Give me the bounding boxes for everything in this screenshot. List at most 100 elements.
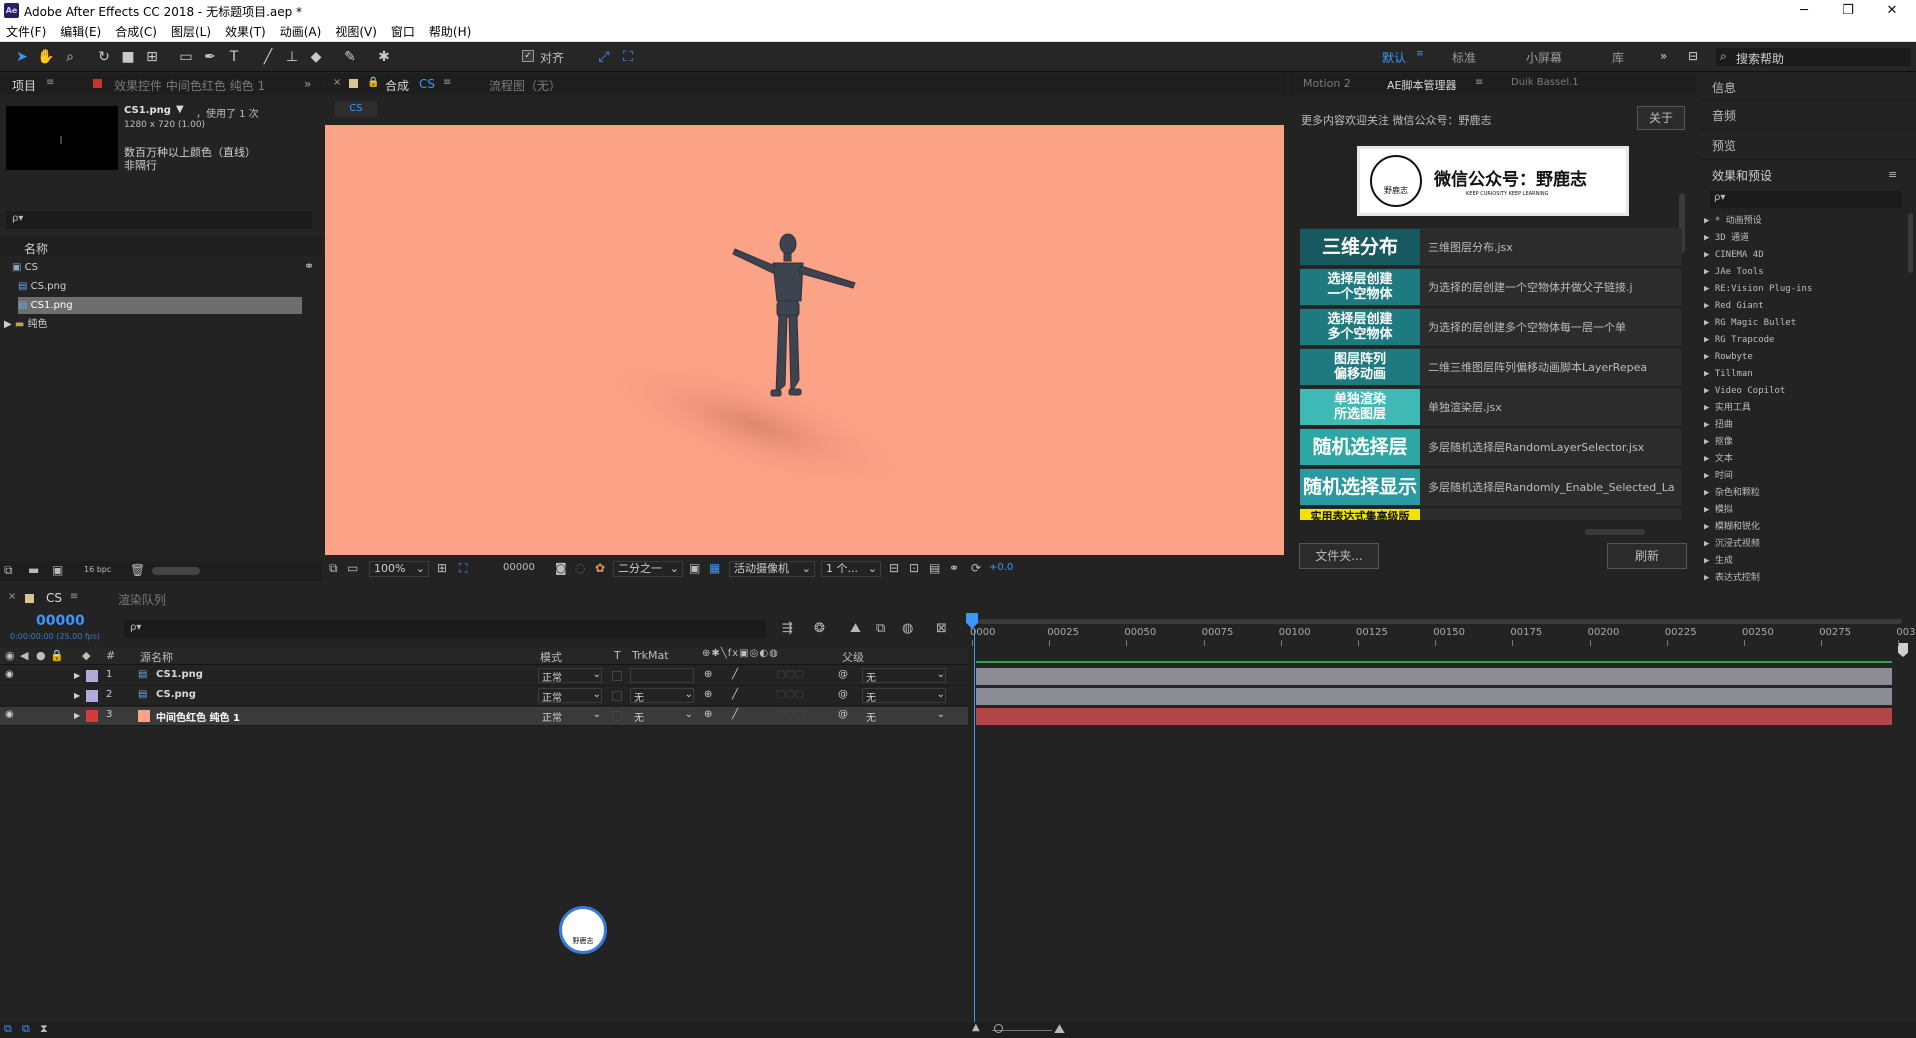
zoom-out-icon[interactable]: ▲ bbox=[972, 1022, 980, 1033]
workspace-default-menu-icon[interactable]: ≡ bbox=[1416, 49, 1424, 59]
clone-stamp-tool-icon[interactable]: ⊥ bbox=[282, 48, 302, 66]
quality-switch-icon[interactable]: ╱ bbox=[732, 669, 738, 680]
effect-category[interactable]: ▶ * 动画预设 bbox=[1704, 213, 1762, 230]
composition-canvas[interactable] bbox=[325, 125, 1284, 555]
quality-switch-icon[interactable]: ╱ bbox=[732, 709, 738, 720]
eraser-tool-icon[interactable]: ◆ bbox=[306, 48, 326, 66]
layer-label-color[interactable] bbox=[86, 710, 98, 722]
zoom-tool-icon[interactable]: ⌕ bbox=[60, 48, 80, 66]
close-tab-icon[interactable]: × bbox=[333, 77, 341, 88]
tab-motion2[interactable]: Motion 2 bbox=[1303, 77, 1351, 90]
folder-button[interactable]: 文件夹... bbox=[1299, 543, 1379, 569]
column-name[interactable]: 名称 bbox=[24, 240, 48, 257]
column-source-name[interactable]: 源名称 bbox=[140, 649, 173, 665]
panel-overflow-icon[interactable]: » bbox=[304, 77, 311, 91]
view-layout-dropdown[interactable]: 1 个... ⌄ bbox=[821, 561, 881, 577]
effect-category[interactable]: ▶ RG Magic Bullet bbox=[1704, 315, 1796, 332]
workspace-small-screen[interactable]: 小屏幕 bbox=[1526, 49, 1562, 66]
effect-category[interactable]: ▶ Rowbyte bbox=[1704, 349, 1753, 366]
snap-checkbox[interactable]: ✓ bbox=[522, 50, 534, 62]
more-workspaces-icon[interactable]: » bbox=[1660, 49, 1667, 63]
preview-panel-tab[interactable]: 预览 bbox=[1698, 131, 1916, 160]
refresh-button[interactable]: 刷新 bbox=[1607, 543, 1687, 569]
column-number[interactable]: # bbox=[106, 649, 115, 662]
thumbnail-size-slider[interactable] bbox=[152, 567, 200, 575]
brush-tool-icon[interactable]: ╱ bbox=[258, 48, 278, 66]
pan-behind-tool-icon[interactable]: ⊞ bbox=[142, 48, 162, 66]
workspace-standard[interactable]: 标准 bbox=[1452, 49, 1476, 66]
always-preview-icon[interactable]: ⧉ bbox=[329, 561, 338, 576]
menu-layer[interactable]: 图层(L) bbox=[171, 23, 211, 40]
zoom-in-icon[interactable]: ⛰ bbox=[1054, 1022, 1065, 1037]
layer-source-name[interactable]: 中间色红色 纯色 1 bbox=[156, 709, 240, 724]
camera-tool-icon[interactable]: ■ bbox=[118, 48, 138, 66]
toggle-pixel-aspect-icon[interactable]: ⊟ bbox=[889, 561, 899, 575]
shy-switch-icon[interactable]: ⊕ bbox=[704, 689, 712, 700]
exposure-value[interactable]: +0.0 bbox=[989, 562, 1013, 573]
effect-category[interactable]: ▶ 时间 bbox=[1704, 468, 1733, 485]
color-depth-label[interactable]: 16 bpc bbox=[84, 565, 111, 574]
effect-category[interactable]: ▶ 文本 bbox=[1704, 451, 1733, 468]
effect-category[interactable]: ▶ 扭曲 bbox=[1704, 417, 1733, 434]
zoom-dropdown[interactable]: 100% ⌄ bbox=[369, 561, 429, 577]
project-item-cs1-png[interactable]: ▤ CS1.png bbox=[18, 297, 302, 314]
trkmat-dropdown[interactable]: 无 ⌄ bbox=[630, 708, 694, 724]
effects-scrollbar[interactable] bbox=[1908, 213, 1913, 273]
close-tab-icon[interactable]: × bbox=[8, 591, 16, 602]
label-column-icon[interactable]: ◆ bbox=[82, 649, 90, 662]
layer-switches[interactable]: ▢▢▢ bbox=[776, 689, 804, 700]
workspace-library[interactable]: 库 bbox=[1612, 49, 1624, 66]
parent-pickwhip-icon[interactable]: @ bbox=[838, 689, 848, 700]
preserve-transparency-box[interactable] bbox=[612, 691, 622, 701]
effect-category[interactable]: ▶ Tillman bbox=[1704, 366, 1753, 383]
blend-mode-dropdown[interactable]: 正常 ⌄ bbox=[538, 668, 602, 684]
tab-project-menu-icon[interactable]: ≡ bbox=[46, 77, 54, 88]
tab-menu-icon[interactable]: ≡ bbox=[1475, 77, 1483, 88]
comp-mini-flowchart-icon[interactable]: ⇶ bbox=[782, 621, 793, 636]
layer-switches-icon[interactable]: ⧉ bbox=[4, 1022, 12, 1036]
menu-help[interactable]: 帮助(H) bbox=[429, 23, 471, 40]
expand-layer-icon[interactable]: ▶ bbox=[74, 711, 80, 720]
layer-duration-bar[interactable] bbox=[976, 688, 1892, 705]
audio-toggle-icon[interactable]: ◀ bbox=[20, 649, 28, 662]
resolution-dropdown[interactable]: 二分之一 ⌄ bbox=[613, 561, 683, 577]
fast-previews-icon[interactable]: ⊡ bbox=[909, 561, 919, 575]
roto-brush-tool-icon[interactable]: ✎ bbox=[340, 48, 360, 66]
layer-source-name[interactable]: CS1.png bbox=[156, 669, 203, 680]
project-folder-solids[interactable]: ▶ ▬ 纯色 bbox=[4, 316, 294, 333]
show-snapshot-icon[interactable]: ◌ bbox=[575, 561, 585, 575]
preserve-transparency-box[interactable] bbox=[612, 711, 622, 721]
menu-effect[interactable]: 效果(T) bbox=[225, 23, 266, 40]
puppet-tool-icon[interactable]: ✱ bbox=[374, 48, 394, 66]
project-item-cs[interactable]: ▣ CS bbox=[12, 259, 302, 276]
layer-source-name[interactable]: CS.png bbox=[156, 689, 196, 700]
effect-category[interactable]: ▶ RE:Vision Plug-ins bbox=[1704, 281, 1812, 298]
current-time-display[interactable]: 00000 bbox=[503, 562, 535, 573]
effect-category[interactable]: ▶ 生成 bbox=[1704, 553, 1733, 570]
type-tool-icon[interactable]: T bbox=[224, 48, 244, 66]
audio-panel-tab[interactable]: 音频 bbox=[1698, 101, 1916, 130]
tab-flowchart[interactable]: 流程图（无） bbox=[489, 77, 561, 94]
script-badge[interactable]: 三维分布 bbox=[1300, 229, 1420, 265]
script-item[interactable]: 图层阵列 偏移动画 二维三维图层阵列偏移动画脚本LayerRepea bbox=[1300, 348, 1682, 386]
maximize-icon[interactable]: ❐ bbox=[1828, 2, 1868, 20]
layer-switches[interactable]: ▢▢▢ bbox=[776, 709, 804, 720]
mask-visibility-icon[interactable]: ⛶ bbox=[459, 561, 467, 576]
reset-exposure-icon[interactable]: ⟳ bbox=[971, 561, 981, 575]
blend-mode-dropdown[interactable]: 正常 ⌄ bbox=[538, 688, 602, 704]
script-badge[interactable]: 随机选择显示 bbox=[1300, 469, 1420, 505]
effects-search-input[interactable]: ρ▾ bbox=[1710, 191, 1902, 208]
effect-category[interactable]: ▶ 模拟 bbox=[1704, 502, 1733, 519]
scripts-horizontal-scrollbar[interactable] bbox=[1585, 529, 1645, 535]
visibility-eye-icon[interactable]: ◉ bbox=[5, 709, 14, 720]
tab-composition[interactable]: 合成 bbox=[385, 77, 409, 94]
flowchart-icon[interactable]: ⚭ bbox=[304, 259, 314, 273]
script-badge[interactable]: 选择层创建 多个空物体 bbox=[1300, 309, 1420, 345]
timeline-search-input[interactable]: ρ▾ bbox=[124, 620, 766, 638]
effect-category[interactable]: ▶ JAe Tools bbox=[1704, 264, 1764, 281]
script-item[interactable]: 三维分布 三维图层分布.jsx bbox=[1300, 228, 1682, 266]
menu-window[interactable]: 窗口 bbox=[391, 23, 415, 40]
switches-icons[interactable]: ⊕✱╲fx▣◎◐◍ bbox=[702, 648, 779, 659]
timeline-icon[interactable]: ▤ bbox=[929, 561, 940, 575]
script-item[interactable]: 随机选择层 多层随机选择层RandomLayerSelector.jsx bbox=[1300, 428, 1682, 466]
